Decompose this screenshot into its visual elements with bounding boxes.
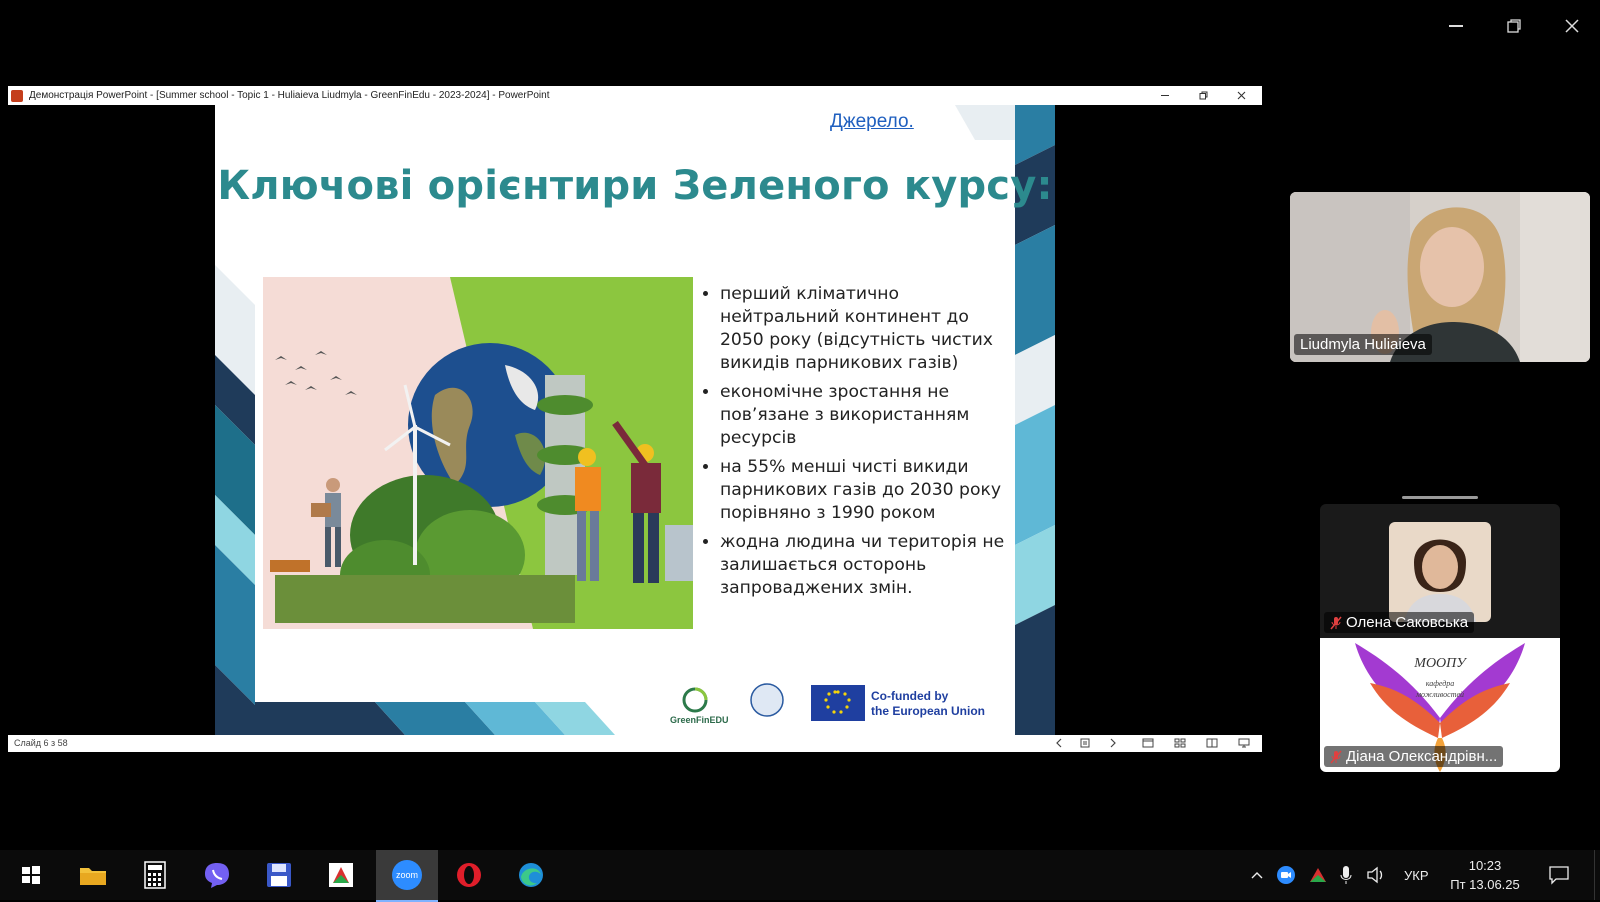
tray-microphone[interactable]	[1340, 850, 1352, 900]
show-hidden-icons-button[interactable]	[1250, 850, 1264, 900]
participant-name-text: Діана Олександрівн...	[1346, 748, 1498, 765]
source-link[interactable]: Джерело.	[830, 111, 914, 133]
zoom-icon: zoom	[392, 860, 422, 890]
calculator-icon	[144, 861, 166, 889]
participant-name-text: Олена Саковська	[1346, 614, 1469, 631]
minimize-icon	[1449, 25, 1463, 27]
tray-language[interactable]: УКР	[1404, 850, 1429, 900]
slide-sorter-button[interactable]	[1172, 736, 1188, 750]
slide-illustration	[263, 277, 693, 629]
taskbar: zoom УКР 10:23 Пт 13.06.25	[0, 850, 1600, 902]
grid-icon	[1174, 738, 1186, 748]
ppt-restore-button[interactable]	[1188, 86, 1218, 105]
ppt-minimize-button[interactable]	[1150, 86, 1180, 105]
app-tray-icon	[1310, 868, 1326, 882]
restore-button[interactable]	[1496, 14, 1532, 38]
reading-view-button[interactable]	[1204, 736, 1220, 750]
next-slide-button[interactable]	[1106, 736, 1120, 750]
windows-icon	[22, 866, 40, 884]
start-button[interactable]	[0, 850, 62, 900]
participant-name: Олена Саковська	[1324, 612, 1475, 633]
normal-view-icon	[1142, 738, 1154, 748]
taskbar-zoom[interactable]: zoom	[376, 850, 438, 902]
restore-icon	[1507, 19, 1521, 33]
bullet-item: економічне зростання не пов’язане з вико…	[720, 381, 1010, 450]
speaker-video-tile[interactable]: Liudmyla Huliaieva	[1290, 192, 1590, 362]
tray-zoom[interactable]	[1276, 850, 1296, 900]
restore-icon	[1199, 91, 1207, 100]
menu-icon	[1080, 738, 1090, 748]
logo-subtitle: кафедра можливостей	[1320, 678, 1560, 700]
minimize-icon	[1161, 95, 1169, 96]
slide: Джерело. Ключові орієнтири Зеленого курс…	[215, 105, 1055, 735]
powerpoint-titlebar: Демонстрація PowerPoint - [Summer school…	[8, 86, 1262, 105]
volume-icon	[1367, 866, 1383, 884]
close-button[interactable]	[1554, 14, 1590, 38]
participant-avatar	[1389, 522, 1491, 622]
slideshow-button[interactable]	[1236, 736, 1252, 750]
slide-title: Ключові орієнтири Зеленого курсу:	[217, 163, 1053, 209]
mic-muted-icon	[1330, 616, 1342, 629]
powerpoint-statusbar: Слайд 6 з 58	[8, 735, 1262, 752]
participant-tile[interactable]: МООПУ кафедра можливостей Діана Олександ…	[1320, 638, 1560, 772]
taskbar-calculator[interactable]	[124, 850, 186, 900]
notifications-button[interactable]	[1548, 850, 1570, 900]
tray-volume[interactable]	[1366, 850, 1386, 900]
logo-title: МООПУ	[1414, 656, 1466, 671]
taskbar-viber[interactable]	[186, 850, 248, 900]
logo-subtitle-line2: можливостей	[1415, 690, 1465, 699]
taskbar-edge[interactable]	[500, 850, 562, 900]
slide-menu-button[interactable]	[1078, 736, 1092, 750]
taskbar-file-explorer[interactable]	[62, 850, 124, 900]
eu-logo: Co-funded by the European Union	[871, 689, 985, 719]
minimize-button[interactable]	[1438, 14, 1474, 38]
taskbar-app[interactable]	[310, 850, 372, 900]
eu-logo-line1: Co-funded by	[871, 689, 949, 703]
opera-icon	[457, 863, 481, 887]
floppy-disk-icon	[267, 863, 291, 887]
bullet-list: перший кліматично нейтральний континент …	[698, 283, 1010, 606]
edge-icon	[519, 863, 543, 887]
bullet-item: на 55% менші чисті викиди парникових газ…	[720, 456, 1010, 525]
powerpoint-icon	[11, 89, 23, 102]
speaker-name: Liudmyla Huliaieva	[1294, 334, 1432, 355]
folder-icon	[80, 868, 106, 885]
bullet-item: жодна людина чи територія не залишається…	[720, 531, 1010, 600]
taskbar-opera[interactable]	[438, 850, 500, 900]
normal-view-button[interactable]	[1140, 736, 1156, 750]
greenfin-logo-text: GreenFinEDU	[670, 715, 729, 725]
chevron-up-icon	[1251, 872, 1263, 879]
notification-icon	[1549, 866, 1569, 885]
participant-name: Діана Олександрівн...	[1324, 746, 1504, 767]
close-icon	[1565, 19, 1579, 33]
taskbar-save-app[interactable]	[248, 850, 310, 900]
show-desktop-button[interactable]	[1594, 850, 1600, 900]
microphone-icon	[1340, 866, 1352, 884]
powerpoint-window: Демонстрація PowerPoint - [Summer school…	[8, 86, 1262, 752]
ppt-close-button[interactable]	[1226, 86, 1256, 105]
eu-logo-line2: the European Union	[871, 704, 985, 718]
zoom-tray-icon	[1277, 866, 1295, 884]
bullet-item: перший кліматично нейтральний континент …	[720, 283, 1010, 375]
app-icon	[329, 863, 353, 887]
logo-subtitle-line1: кафедра	[1425, 679, 1455, 688]
slide-counter: Слайд 6 з 58	[14, 738, 68, 748]
tray-date: Пт 13.06.25	[1450, 877, 1520, 892]
mic-muted-icon	[1330, 750, 1342, 763]
powerpoint-window-title: Демонстрація PowerPoint - [Summer school…	[29, 90, 550, 101]
chevron-left-icon	[1056, 738, 1062, 748]
chevron-right-icon	[1110, 738, 1116, 748]
viber-icon	[205, 863, 229, 888]
slideshow-icon	[1238, 738, 1250, 748]
reading-view-icon	[1206, 738, 1218, 748]
gallery-drag-handle[interactable]	[1402, 496, 1478, 499]
prev-slide-button[interactable]	[1052, 736, 1066, 750]
tray-time: 10:23	[1468, 858, 1502, 873]
participant-tile[interactable]: Олена Саковська	[1320, 504, 1560, 638]
tray-app[interactable]	[1308, 850, 1328, 900]
tray-clock[interactable]: 10:23 Пт 13.06.25	[1444, 850, 1526, 900]
close-icon	[1237, 91, 1245, 100]
